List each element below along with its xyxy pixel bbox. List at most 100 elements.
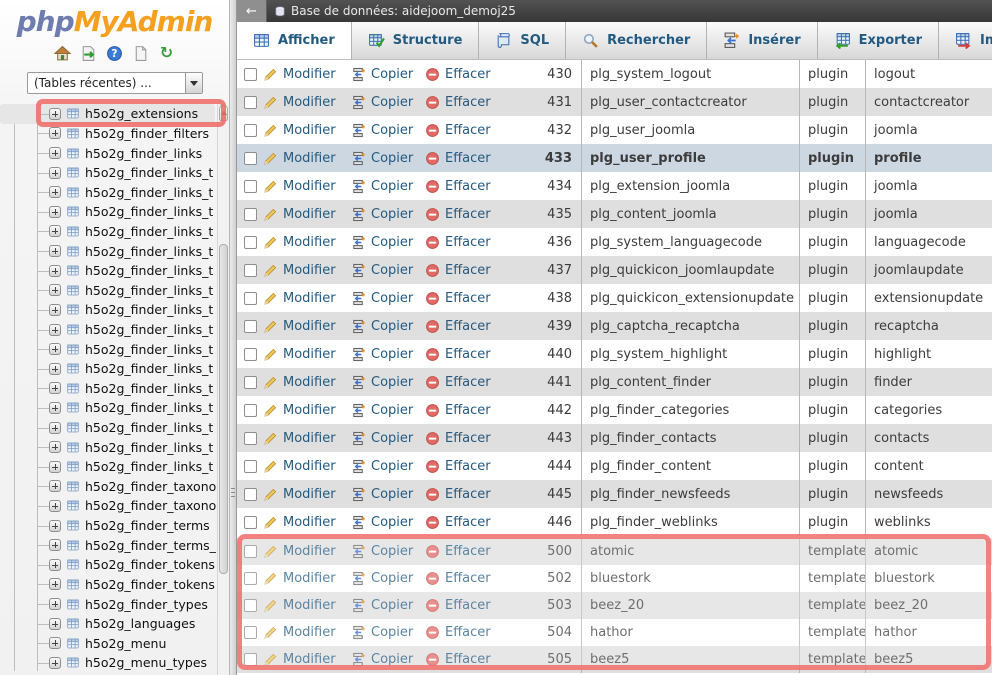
sidebar-item-h5o2g_finder_terms[interactable]: h5o2g_finder_terms	[0, 516, 217, 536]
delete-link[interactable]: Effacer	[425, 151, 491, 166]
back-button[interactable]: ←	[237, 0, 267, 22]
copy-link[interactable]: Copier	[351, 123, 413, 138]
tab-importer[interactable]: Importer	[939, 22, 992, 59]
delete-link[interactable]: Effacer	[425, 347, 491, 362]
copy-link[interactable]: Copier	[351, 291, 413, 306]
expand-plus-icon[interactable]	[49, 461, 61, 473]
sidebar-item-h5o2g_menu[interactable]: h5o2g_menu	[0, 633, 217, 653]
sidebar-item-h5o2g_finder_links[interactable]: h5o2g_finder_links	[0, 143, 217, 163]
edit-link[interactable]: Modifier	[263, 95, 336, 110]
delete-link[interactable]: Effacer	[425, 544, 491, 559]
sidebar-item-h5o2g_languages[interactable]: h5o2g_languages	[0, 614, 217, 634]
sidebar-item-h5o2g_extensions[interactable]: h5o2g_extensions	[0, 104, 215, 124]
delete-link[interactable]: Effacer	[425, 319, 491, 334]
expand-plus-icon[interactable]	[49, 637, 61, 649]
tab-afficher[interactable]: Afficher	[237, 22, 352, 59]
row-checkbox[interactable]	[244, 432, 257, 445]
copy-link[interactable]: Copier	[351, 431, 413, 446]
expand-plus-icon[interactable]	[49, 520, 61, 532]
sidebar-item-h5o2g_finder_tokens[interactable]: h5o2g_finder_tokens	[0, 555, 217, 575]
copy-link[interactable]: Copier	[351, 459, 413, 474]
edit-link[interactable]: Modifier	[263, 123, 336, 138]
edit-link[interactable]: Modifier	[263, 598, 336, 613]
edit-link[interactable]: Modifier	[263, 487, 336, 502]
sidebar-item-h5o2g_finder_links_t[interactable]: h5o2g_finder_links_t	[0, 379, 217, 399]
expand-plus-icon[interactable]	[49, 127, 61, 139]
sidebar-item-h5o2g_finder_terms_[interactable]: h5o2g_finder_terms_	[0, 535, 217, 555]
row-checkbox[interactable]	[244, 599, 257, 612]
row-checkbox[interactable]	[244, 124, 257, 137]
edit-link[interactable]: Modifier	[263, 291, 336, 306]
sidebar-item-h5o2g_finder_taxono[interactable]: h5o2g_finder_taxono	[0, 496, 217, 516]
expand-plus-icon[interactable]	[49, 245, 61, 257]
tab-sql[interactable]: SQL	[479, 22, 566, 59]
copy-link[interactable]: Copier	[351, 207, 413, 222]
edit-link[interactable]: Modifier	[263, 151, 336, 166]
exit-icon[interactable]	[80, 45, 97, 62]
copy-link[interactable]: Copier	[351, 375, 413, 390]
tab-rechercher[interactable]: Rechercher	[566, 22, 707, 59]
panel-resize-divider[interactable]	[229, 0, 237, 675]
sidebar-item-h5o2g_finder_links_t[interactable]: h5o2g_finder_links_t	[0, 182, 217, 202]
row-checkbox[interactable]	[244, 516, 257, 529]
expand-plus-icon[interactable]	[49, 539, 61, 551]
row-checkbox[interactable]	[244, 376, 257, 389]
sidebar-item-h5o2g_finder_links_t[interactable]: h5o2g_finder_links_t	[0, 457, 217, 477]
edit-link[interactable]: Modifier	[263, 403, 336, 418]
row-checkbox[interactable]	[244, 208, 257, 221]
recent-tables-dropdown-button[interactable]	[185, 73, 202, 93]
edit-link[interactable]: Modifier	[263, 571, 336, 586]
row-checkbox[interactable]	[244, 626, 257, 639]
copy-link[interactable]: Copier	[351, 403, 413, 418]
row-checkbox[interactable]	[244, 68, 257, 81]
edit-link[interactable]: Modifier	[263, 375, 336, 390]
copy-link[interactable]: Copier	[351, 319, 413, 334]
scrollbar-thumb[interactable]	[219, 244, 228, 574]
edit-link[interactable]: Modifier	[263, 431, 336, 446]
sidebar-item-h5o2g_finder_links_t[interactable]: h5o2g_finder_links_t	[0, 163, 217, 183]
copy-link[interactable]: Copier	[351, 263, 413, 278]
delete-link[interactable]: Effacer	[425, 207, 491, 222]
expand-plus-icon[interactable]	[49, 108, 61, 120]
row-checkbox[interactable]	[244, 572, 257, 585]
expand-plus-icon[interactable]	[49, 559, 61, 571]
sidebar-item-h5o2g_finder_links_t[interactable]: h5o2g_finder_links_t	[0, 418, 217, 438]
expand-plus-icon[interactable]	[49, 167, 61, 179]
sidebar-item-h5o2g_finder_types[interactable]: h5o2g_finder_types	[0, 594, 217, 614]
row-checkbox[interactable]	[244, 545, 257, 558]
edit-link[interactable]: Modifier	[263, 319, 336, 334]
expand-plus-icon[interactable]	[49, 578, 61, 590]
expand-plus-icon[interactable]	[49, 657, 61, 669]
expand-plus-icon[interactable]	[49, 382, 61, 394]
row-checkbox[interactable]	[244, 404, 257, 417]
sidebar-item-h5o2g_finder_links_t[interactable]: h5o2g_finder_links_t	[0, 398, 217, 418]
expand-plus-icon[interactable]	[49, 304, 61, 316]
copy-link[interactable]: Copier	[351, 95, 413, 110]
row-checkbox[interactable]	[244, 152, 257, 165]
expand-plus-icon[interactable]	[49, 343, 61, 355]
expand-plus-icon[interactable]	[49, 402, 61, 414]
copy-link[interactable]: Copier	[351, 625, 413, 640]
expand-plus-icon[interactable]	[49, 324, 61, 336]
tab-exporter[interactable]: Exporter	[818, 22, 939, 59]
expand-plus-icon[interactable]	[49, 441, 61, 453]
sidebar-item-h5o2g_finder_taxono[interactable]: h5o2g_finder_taxono	[0, 477, 217, 497]
row-checkbox[interactable]	[244, 236, 257, 249]
copy-link[interactable]: Copier	[351, 67, 413, 82]
help-icon[interactable]: ?	[106, 45, 123, 62]
expand-plus-icon[interactable]	[49, 480, 61, 492]
delete-link[interactable]: Effacer	[425, 235, 491, 250]
delete-link[interactable]: Effacer	[425, 403, 491, 418]
sidebar-item-h5o2g_finder_links_t[interactable]: h5o2g_finder_links_t	[0, 437, 217, 457]
sidebar-item-h5o2g_finder_links_t[interactable]: h5o2g_finder_links_t	[0, 202, 217, 222]
delete-link[interactable]: Effacer	[425, 67, 491, 82]
delete-link[interactable]: Effacer	[425, 291, 491, 306]
delete-link[interactable]: Effacer	[425, 431, 491, 446]
sidebar-item-h5o2g_finder_links_t[interactable]: h5o2g_finder_links_t	[0, 222, 217, 242]
sidebar-item-h5o2g_menu_types[interactable]: h5o2g_menu_types	[0, 653, 217, 673]
edit-link[interactable]: Modifier	[263, 459, 336, 474]
row-checkbox[interactable]	[244, 488, 257, 501]
delete-link[interactable]: Effacer	[425, 95, 491, 110]
delete-link[interactable]: Effacer	[425, 123, 491, 138]
expand-plus-icon[interactable]	[49, 422, 61, 434]
